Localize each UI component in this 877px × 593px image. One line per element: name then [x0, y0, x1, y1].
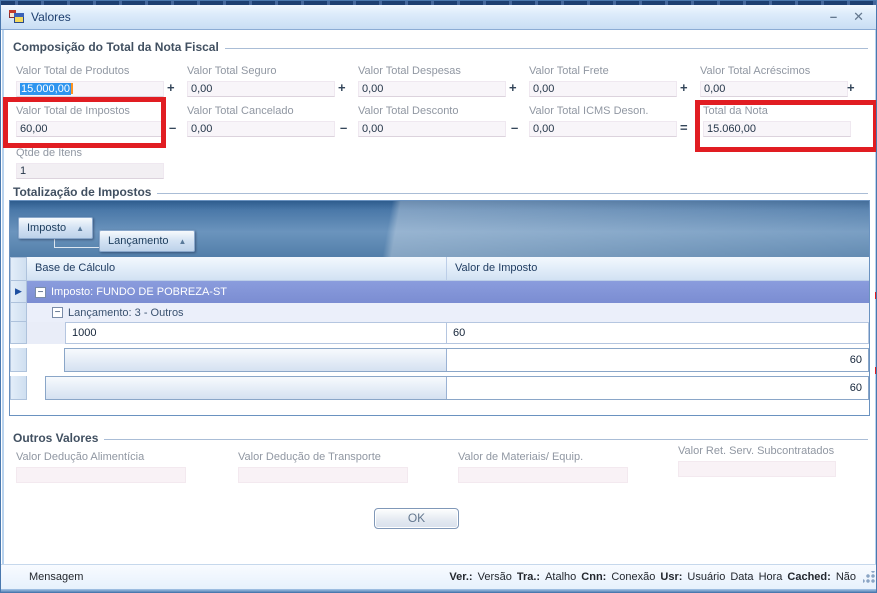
title-bar[interactable]: Valores – ✕: [1, 5, 876, 30]
section-totalizacao-header: Totalização de Impostos: [13, 184, 868, 199]
minimize-icon[interactable]: –: [830, 10, 837, 24]
row-indicator-cell: [10, 322, 27, 344]
row-indicator-cell: [10, 376, 27, 400]
grand-total-row: 60: [10, 376, 869, 400]
status-key: Cached:: [787, 571, 831, 583]
grid-header-row: Base de Cálculo Valor de Imposto: [10, 257, 869, 281]
cell-valor-de-imposto[interactable]: 60: [447, 322, 869, 344]
status-message: Mensagem: [29, 571, 84, 583]
field-valor-total-despesas: Valor Total Despesas 0,00: [358, 65, 506, 97]
field-qtde-itens: Qtde de Itens 1: [16, 147, 164, 179]
collapse-icon[interactable]: −: [52, 307, 63, 318]
status-value: Versão: [477, 571, 512, 583]
field-valor-total-frete: Valor Total Frete 0,00: [529, 65, 677, 97]
status-value: Atalho: [545, 571, 577, 583]
operator-plus: +: [680, 80, 688, 95]
valor-total-acrescimos-input[interactable]: 0,00: [700, 81, 848, 97]
data-row[interactable]: 1000 60: [10, 322, 869, 344]
group-button-imposto[interactable]: Imposto ▲: [18, 217, 94, 239]
valor-total-desconto-input[interactable]: 0,00: [358, 121, 506, 137]
field-ret-serv-subcontratados: Valor Ret. Serv. Subcontratados: [678, 445, 836, 477]
footer-empty-cell: [65, 349, 447, 371]
column-header-base-de-calculo[interactable]: Base de Cálculo: [27, 257, 447, 281]
row-indicator-cell: [10, 303, 27, 322]
section-composicao-header: Composição do Total da Nota Fiscal: [13, 39, 868, 54]
indent-spacer: [27, 376, 45, 400]
deducao-alimenticia-input[interactable]: [16, 467, 186, 483]
field-valor-total-seguro: Valor Total Seguro 0,00: [187, 65, 335, 97]
impostos-grid: Imposto ▲ Lançamento ▲ Base de Cálculo V…: [9, 200, 870, 416]
group-by-panel[interactable]: Imposto ▲ Lançamento ▲: [10, 201, 869, 257]
field-valor-total-icms-deson: Valor Total ICMS Deson. 0,00: [529, 105, 677, 137]
sort-asc-icon: ▲: [178, 236, 187, 246]
status-value: Usuário: [687, 571, 726, 583]
deducao-transporte-input[interactable]: [238, 467, 408, 483]
field-valor-total-produtos: Valor Total de Produtos 15.000,00: [16, 65, 164, 97]
operator-minus: –: [511, 120, 519, 135]
operator-plus: +: [338, 80, 346, 95]
row-indicator-cell: ▶: [10, 281, 27, 303]
operator-plus: +: [509, 80, 517, 95]
status-key: Ver.:: [449, 571, 473, 583]
field-valor-total-cancelado: Valor Total Cancelado 0,00: [187, 105, 335, 137]
field-deducao-transporte: Valor Dedução de Transporte: [238, 451, 408, 483]
section-outros-header: Outros Valores: [13, 430, 868, 445]
field-valor-total-desconto: Valor Total Desconto 0,00: [358, 105, 506, 137]
operator-equals: =: [680, 120, 688, 135]
status-key: Cnn:: [581, 571, 607, 583]
row-indicator-cell: [10, 348, 27, 372]
valor-total-produtos-input[interactable]: 15.000,00: [16, 81, 164, 97]
annotation-box-total-nota: [695, 100, 876, 152]
field-materiais-equip: Valor de Materiais/ Equip.: [458, 451, 628, 483]
field-valor-total-acrescimos: Valor Total Acréscimos 0,00: [700, 65, 848, 97]
ok-button[interactable]: OK: [374, 508, 459, 529]
row-indicator-header: [10, 257, 27, 281]
ret-serv-subcontratados-input[interactable]: [678, 461, 836, 477]
group-button-lancamento[interactable]: Lançamento ▲: [99, 230, 196, 252]
grand-total-cell: 60: [447, 377, 868, 399]
footer-empty-cell: [46, 377, 447, 399]
group-connector-line: [54, 238, 100, 248]
valor-total-frete-input[interactable]: 0,00: [529, 81, 677, 97]
indent-spacer: [27, 348, 64, 372]
operator-minus: –: [169, 120, 177, 135]
valor-total-despesas-input[interactable]: 0,00: [358, 81, 506, 97]
status-value: Hora: [758, 571, 783, 583]
window-title: Valores: [31, 10, 71, 24]
valores-dialog: Valores – ✕ Composição do Total da Nota …: [0, 0, 877, 593]
cell-base-de-calculo[interactable]: 1000: [65, 322, 447, 344]
status-value: Não: [835, 571, 856, 583]
resize-grip-icon[interactable]: [863, 571, 875, 583]
valor-total-seguro-input[interactable]: 0,00: [187, 81, 335, 97]
qtde-itens-input[interactable]: 1: [16, 163, 164, 179]
field-deducao-alimenticia: Valor Dedução Alimentícia: [16, 451, 186, 483]
status-key: Tra.:: [516, 571, 541, 583]
operator-plus: +: [167, 80, 175, 95]
status-value: Data: [730, 571, 754, 583]
materiais-equip-input[interactable]: [458, 467, 628, 483]
valor-total-cancelado-input[interactable]: 0,00: [187, 121, 335, 137]
column-header-valor-de-imposto[interactable]: Valor de Imposto: [447, 257, 869, 281]
valor-total-icms-deson-input[interactable]: 0,00: [529, 121, 677, 137]
indent-spacer: [27, 322, 65, 344]
text-caret: [70, 83, 73, 94]
operator-plus: +: [847, 80, 855, 95]
group-row-imposto[interactable]: ▶ − Imposto: FUNDO DE POBREZA-ST: [10, 281, 869, 303]
operator-minus: –: [340, 120, 348, 135]
group-footer-row: 60: [10, 348, 869, 372]
status-bar: Mensagem Ver.: Versão Tra.: Atalho Cnn: Con…: [1, 564, 876, 589]
status-value: Conexão: [611, 571, 656, 583]
row-focus-icon: ▶: [15, 286, 22, 296]
sort-asc-icon: ▲: [76, 223, 85, 233]
footer-sum-cell: 60: [447, 349, 868, 371]
status-key: Usr:: [660, 571, 683, 583]
collapse-icon[interactable]: −: [35, 286, 46, 298]
close-icon[interactable]: ✕: [853, 10, 864, 24]
group-row-lancamento[interactable]: − Lançamento: 3 - Outros: [10, 303, 869, 322]
form-icon: [9, 9, 25, 25]
annotation-box-impostos: [3, 97, 166, 148]
